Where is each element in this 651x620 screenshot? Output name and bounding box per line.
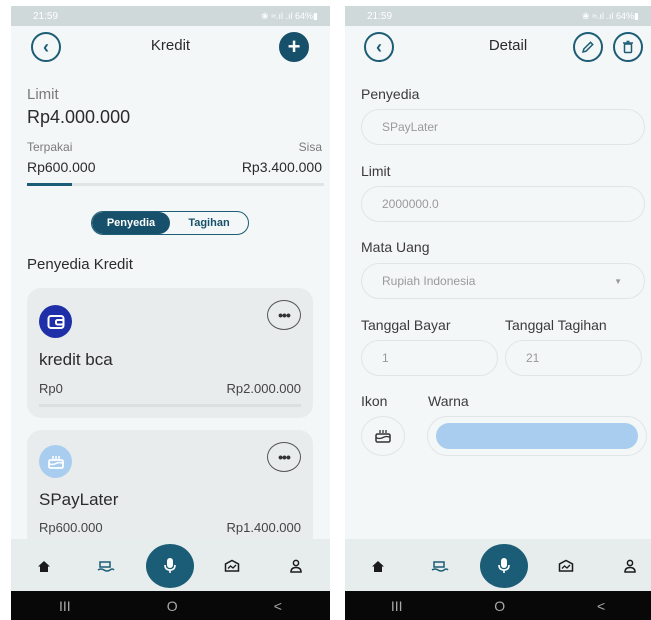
provider-card[interactable]: ••• kredit bca Rp0 Rp2.000.000 [27, 288, 313, 418]
used-label: Terpakai [27, 140, 73, 154]
color-picker-field[interactable] [427, 416, 647, 456]
used-value: Rp600.000 [27, 159, 96, 175]
profile-icon[interactable] [285, 555, 307, 577]
limit-label: Limit [361, 163, 391, 179]
remaining-label: Sisa [298, 140, 322, 154]
bill-date-label: Tanggal Tagihan [505, 317, 607, 333]
home-icon[interactable] [33, 555, 55, 577]
savings-icon[interactable] [221, 555, 243, 577]
card-name: kredit bca [39, 350, 113, 369]
pay-date-field[interactable]: 1 [361, 340, 498, 376]
more-options-button[interactable]: ••• [267, 442, 301, 472]
mic-icon [164, 558, 176, 573]
tab-penyedia[interactable]: Penyedia [92, 212, 170, 234]
cake-icon [39, 445, 72, 478]
system-nav-bar: III O < [11, 591, 330, 620]
card-used: Rp600.000 [39, 520, 103, 535]
bottom-nav [345, 539, 651, 591]
limit-field[interactable]: 2000000.0 [361, 186, 645, 222]
pencil-icon [581, 41, 594, 54]
color-swatch [436, 423, 638, 449]
usage-progress-fill [27, 183, 72, 186]
icon-picker-button[interactable] [361, 416, 405, 456]
pay-date-label: Tanggal Bayar [361, 317, 451, 333]
card-limit: Rp2.000.000 [226, 381, 301, 396]
top-bar: ‹ Kredit + [11, 31, 330, 63]
detail-screen: 21:59 ❀ ≈.ıl .ıl 64%▮ ‹ Detail Penyedia … [345, 6, 651, 620]
system-home-button[interactable]: O [167, 598, 178, 614]
section-title: Penyedia Kredit [27, 256, 133, 273]
color-label: Warna [428, 393, 469, 409]
page-title: Detail [488, 37, 528, 54]
status-time: 21:59 [367, 10, 393, 22]
status-indicators: ❀ ≈.ıl .ıl 64%▮ [582, 10, 639, 21]
wallet-wave-icon[interactable] [95, 555, 117, 577]
add-button[interactable]: + [279, 32, 309, 62]
cake-icon [375, 430, 391, 443]
profile-icon[interactable] [619, 555, 641, 577]
card-progress-bar [39, 404, 301, 407]
mic-button[interactable] [480, 544, 528, 588]
home-icon[interactable] [367, 555, 389, 577]
more-horizontal-icon: ••• [278, 307, 291, 323]
dropdown-arrow-icon: ▼ [614, 277, 622, 286]
provider-card[interactable]: ••• SPayLater Rp600.000 Rp1.400.000 [27, 430, 313, 550]
wallet-wave-icon[interactable] [429, 555, 451, 577]
currency-select[interactable]: Rupiah Indonesia ▼ [361, 263, 645, 299]
currency-label: Mata Uang [361, 239, 430, 255]
top-bar: ‹ Detail [345, 31, 651, 63]
usage-progress-bar [27, 183, 324, 186]
provider-label: Penyedia [361, 86, 420, 102]
recent-apps-button[interactable]: III [391, 598, 403, 614]
edit-button[interactable] [573, 32, 603, 62]
savings-icon[interactable] [555, 555, 577, 577]
status-bar: 21:59 ❀ ≈.ıl .ıl 64%▮ [345, 6, 651, 26]
system-home-button[interactable]: O [494, 598, 505, 614]
kredit-screen: 21:59 ❀ ≈.ıl .ıl 64%▮ ‹ Kredit + Limit R… [11, 6, 330, 620]
card-name: SPayLater [39, 490, 119, 509]
icon-label: Ikon [361, 393, 388, 409]
more-horizontal-icon: ••• [278, 449, 291, 465]
delete-button[interactable] [613, 32, 643, 62]
card-used: Rp0 [39, 381, 63, 396]
remaining-value: Rp3.400.000 [241, 159, 322, 175]
system-back-button[interactable]: < [274, 598, 282, 614]
limit-value: Rp4.000.000 [27, 107, 131, 127]
currency-value: Rupiah Indonesia [382, 274, 476, 288]
system-nav-bar: III O < [345, 591, 651, 620]
trash-icon [623, 40, 633, 54]
plus-icon: + [287, 34, 301, 59]
status-bar: 21:59 ❀ ≈.ıl .ıl 64%▮ [11, 6, 330, 26]
bottom-nav [11, 539, 330, 591]
segment-toggle: Penyedia Tagihan [91, 211, 249, 235]
card-limit: Rp1.400.000 [226, 520, 301, 535]
bill-date-field[interactable]: 21 [505, 340, 642, 376]
mic-button[interactable] [146, 544, 194, 588]
status-time: 21:59 [33, 10, 59, 22]
wallet-icon [39, 305, 72, 338]
status-indicators: ❀ ≈.ıl .ıl 64%▮ [261, 10, 318, 21]
mic-icon [498, 558, 510, 573]
more-options-button[interactable]: ••• [267, 300, 301, 330]
provider-field[interactable]: SPayLater [361, 109, 645, 145]
system-back-button[interactable]: < [597, 598, 605, 614]
recent-apps-button[interactable]: III [59, 598, 71, 614]
tab-tagihan[interactable]: Tagihan [170, 212, 248, 234]
limit-label: Limit [27, 86, 59, 103]
